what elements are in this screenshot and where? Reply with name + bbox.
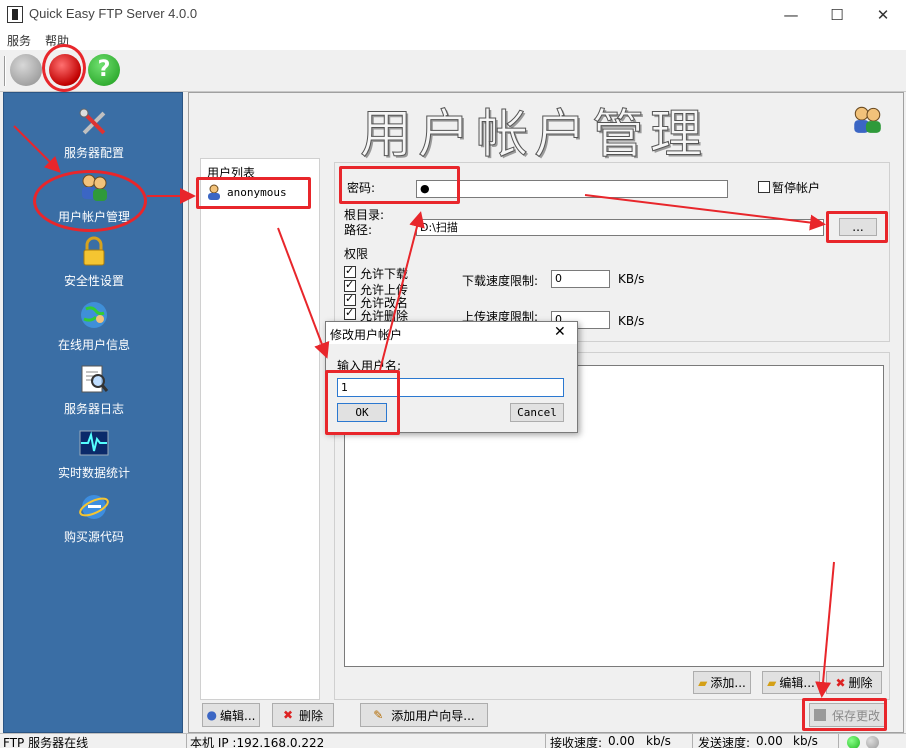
pulse-chart-icon: [79, 430, 109, 456]
online-led-icon: [847, 736, 860, 748]
question-icon: ?: [97, 57, 111, 82]
download-limit-field[interactable]: 0: [551, 270, 610, 288]
annotation-box-save: [802, 698, 887, 731]
annotation-box-user: [196, 177, 311, 209]
status-separator: [838, 734, 839, 748]
suspend-label: 暂停帐户: [772, 181, 821, 195]
title-bar: Quick Easy FTP Server 4.0.0 — ☐ ✕: [0, 0, 906, 30]
minimize-button[interactable]: —: [768, 0, 814, 30]
lock-icon: [83, 236, 105, 266]
log-search-icon: [81, 365, 109, 393]
ie-globe-icon: [79, 495, 109, 519]
local-ip-text: 本机 IP :192.168.0.222: [190, 736, 325, 748]
sidebar-item-realtime-stats[interactable]: 实时数据统计: [4, 427, 184, 489]
dialog-title: 修改用户帐户: [330, 328, 403, 342]
send-speed-value: 0.00: [756, 734, 783, 748]
download-limit-label: 下载速度限制:: [462, 274, 539, 288]
status-separator: [692, 734, 693, 748]
dir-delete-button[interactable]: ✖ 删除: [826, 671, 882, 694]
close-button[interactable]: ✕: [860, 0, 906, 30]
perm-rename-checkbox[interactable]: [344, 292, 356, 306]
sidebar: 服务器配置 用户帐户管理 安全性设置 在线用户信息 服务器日志 实时数据统计 购…: [3, 92, 183, 733]
perm-download-checkbox[interactable]: [344, 264, 356, 278]
status-bar: FTP 服务器在线 本机 IP :192.168.0.222 接收速度: 0.0…: [0, 733, 906, 748]
annotation-box-password: [339, 166, 460, 204]
status-separator: [545, 734, 546, 748]
add-user-wizard-button[interactable]: ✎ 添加用户向导...: [360, 703, 488, 727]
status-separator: [186, 734, 187, 748]
receive-speed-label: 接收速度:: [550, 736, 603, 748]
receive-speed-value: 0.00: [608, 734, 635, 748]
annotation-ellipse-stop: [42, 44, 86, 92]
receive-speed-unit: kb/s: [646, 734, 671, 748]
delete-icon: ✖: [835, 675, 846, 690]
user-delete-label: 删除: [299, 708, 324, 723]
annotation-box-browse: [826, 211, 888, 243]
permissions-label: 权限: [344, 247, 369, 261]
app-icon: [7, 6, 23, 23]
start-server-button[interactable]: [10, 54, 42, 86]
user-icon: ●: [206, 708, 218, 722]
download-limit-unit: KB/s: [618, 272, 645, 286]
sidebar-item-label: 购买源代码: [63, 530, 124, 544]
window-title: Quick Easy FTP Server 4.0.0: [29, 6, 198, 21]
send-speed-label: 发送速度:: [698, 736, 751, 748]
toolbar: ?: [0, 44, 906, 92]
sidebar-item-server-config[interactable]: 服务器配置: [4, 107, 184, 169]
annotation-ellipse-user-accounts: [33, 170, 147, 232]
dialog-title-bar: 修改用户帐户 ✕: [326, 322, 577, 344]
sidebar-item-security[interactable]: 安全性设置: [4, 235, 184, 297]
sidebar-item-label: 安全性设置: [63, 274, 124, 288]
add-user-wizard-label: 添加用户向导...: [391, 708, 475, 723]
send-speed-unit: kb/s: [793, 734, 818, 748]
sidebar-item-label: 在线用户信息: [57, 338, 130, 352]
users-icon: [854, 106, 881, 133]
wand-icon: ✎: [373, 708, 384, 722]
user-edit-button[interactable]: ● 编辑...: [202, 703, 260, 727]
sidebar-item-server-log[interactable]: 服务器日志: [4, 363, 184, 425]
tools-icon: [79, 108, 106, 135]
upload-limit-unit: KB/s: [618, 314, 645, 328]
server-status-text: FTP 服务器在线: [3, 736, 89, 748]
sidebar-item-label: 服务器日志: [63, 402, 124, 416]
menu-service[interactable]: 服务: [7, 32, 31, 49]
password-field[interactable]: ●: [416, 180, 728, 198]
dialog-cancel-button[interactable]: Cancel: [510, 403, 564, 422]
perm-delete-checkbox[interactable]: [344, 306, 356, 320]
dir-add-label: 添加...: [710, 676, 746, 690]
sidebar-item-label: 服务器配置: [63, 146, 124, 160]
dir-edit-button[interactable]: ▰ 编辑...: [762, 671, 820, 694]
globe-users-icon: [81, 302, 107, 328]
help-button[interactable]: ?: [88, 54, 120, 86]
folder-icon: ▰: [698, 675, 708, 690]
user-list-panel: [200, 158, 320, 700]
user-edit-label: 编辑...: [220, 708, 256, 723]
dir-delete-label: 删除: [848, 676, 873, 690]
sidebar-item-buy-source[interactable]: 购买源代码: [4, 491, 184, 553]
annotation-box-dialog: [325, 370, 400, 435]
dir-edit-label: 编辑...: [779, 676, 815, 690]
dialog-close-button[interactable]: ✕: [554, 324, 566, 340]
delete-icon: ✖: [282, 708, 294, 722]
page-title: 用户帐户管理: [359, 105, 709, 166]
toolbar-separator: [4, 56, 6, 86]
sidebar-item-online-users[interactable]: 在线用户信息: [4, 299, 184, 361]
sidebar-item-label: 实时数据统计: [57, 466, 130, 480]
offline-led-icon: [866, 736, 879, 748]
dir-add-button[interactable]: ▰ 添加...: [693, 671, 751, 694]
menu-bar: 服务 帮助: [0, 30, 906, 50]
perm-download-label: 允许下载: [360, 267, 409, 281]
perm-upload-checkbox[interactable]: [344, 278, 356, 292]
suspend-checkbox[interactable]: [758, 181, 770, 193]
user-delete-button[interactable]: ✖ 删除: [272, 703, 334, 727]
maximize-button[interactable]: ☐: [814, 0, 860, 30]
path-field[interactable]: D:\扫描: [416, 219, 824, 236]
path-label: 路径:: [344, 223, 373, 237]
folder-icon: ▰: [767, 675, 777, 690]
